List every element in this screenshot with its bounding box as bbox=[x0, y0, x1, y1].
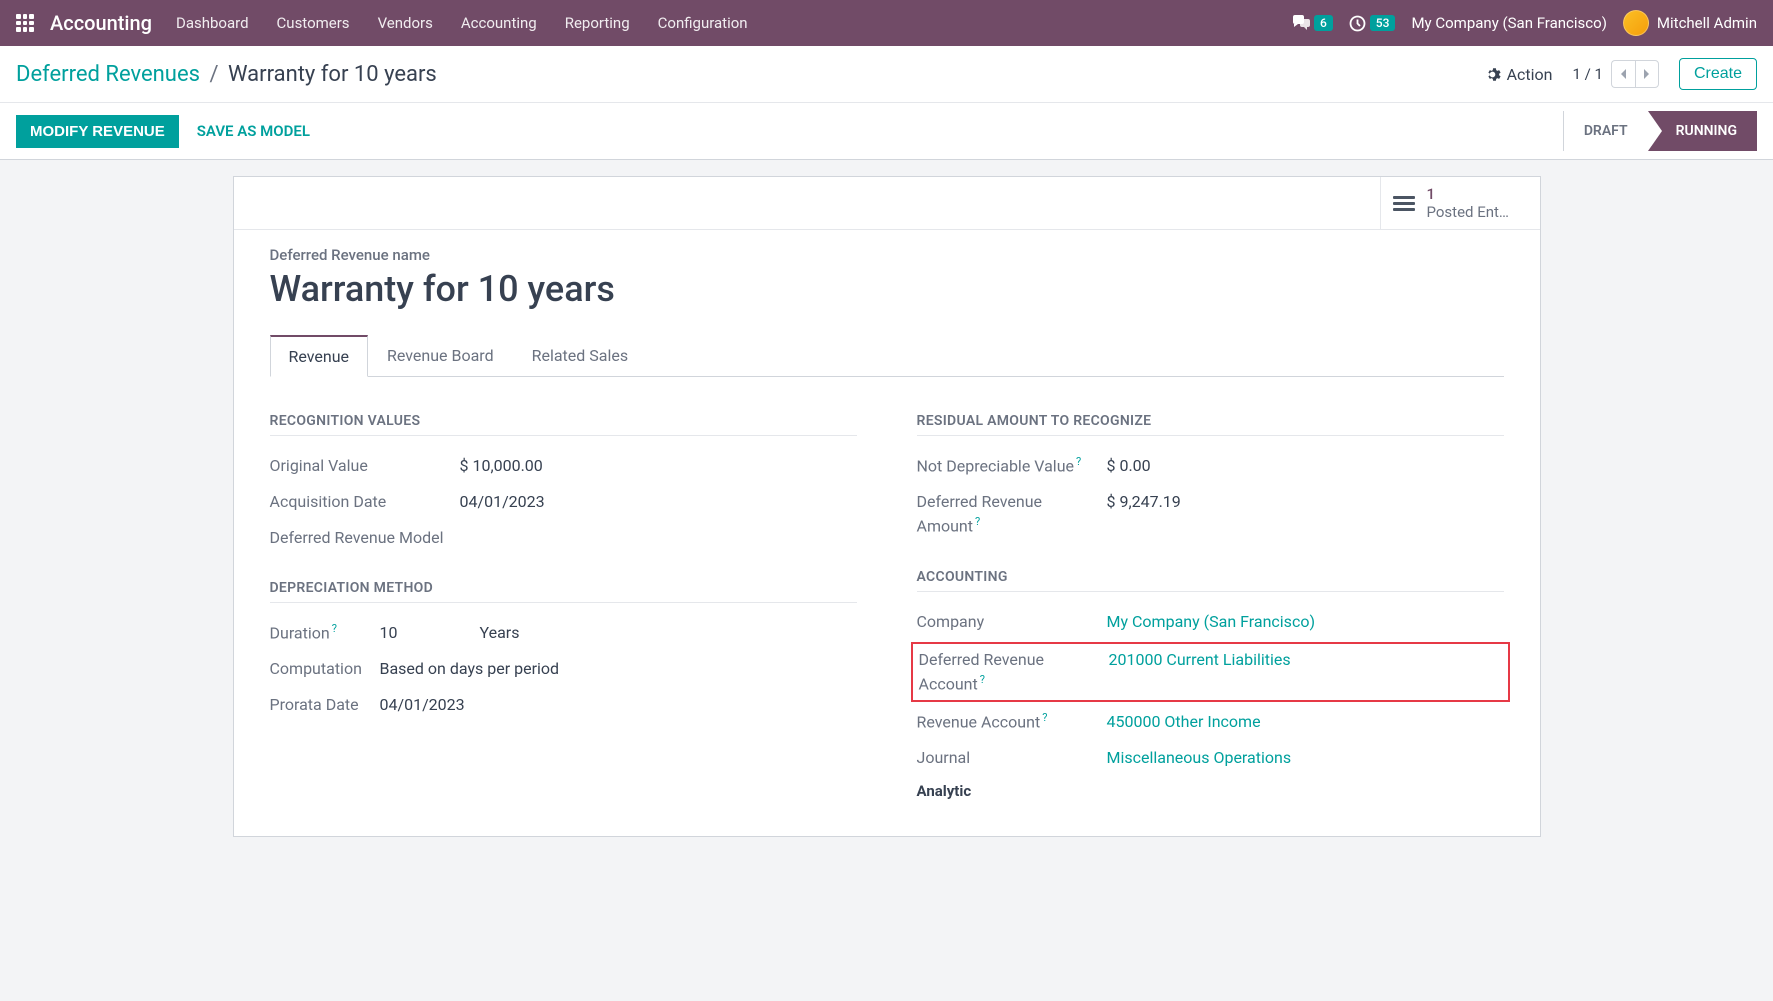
status-running[interactable]: RUNNING bbox=[1648, 111, 1757, 151]
not-depreciable-label: Not Depreciable Value? bbox=[917, 454, 1107, 478]
form-sheet: 1 Posted Ent… Deferred Revenue name Warr… bbox=[233, 176, 1541, 837]
section-depreciation: DEPRECIATION METHOD bbox=[270, 580, 857, 603]
deferred-account-value[interactable]: 201000 Current Liabilities bbox=[1109, 648, 1291, 696]
apps-menu[interactable] bbox=[16, 14, 34, 32]
nav-dashboard[interactable]: Dashboard bbox=[176, 14, 249, 32]
list-icon bbox=[1393, 196, 1415, 211]
nav-configuration[interactable]: Configuration bbox=[658, 14, 748, 32]
clock-icon bbox=[1349, 15, 1366, 32]
revenue-account-label: Revenue Account? bbox=[917, 710, 1107, 734]
company-label: Company bbox=[917, 610, 1107, 634]
activity-notifications[interactable]: 53 bbox=[1349, 15, 1396, 32]
help-icon[interactable]: ? bbox=[1042, 711, 1047, 724]
breadcrumb-current: Warranty for 10 years bbox=[228, 62, 437, 87]
chat-icon bbox=[1292, 15, 1310, 31]
section-recognition: RECOGNITION VALUES bbox=[270, 413, 857, 436]
navbar-right: 6 53 My Company (San Francisco) Mitchell… bbox=[1292, 10, 1757, 36]
tab-revenue-board[interactable]: Revenue Board bbox=[368, 335, 513, 377]
prorata-value: 04/01/2023 bbox=[380, 693, 465, 717]
section-analytic: Analytic bbox=[917, 782, 1504, 806]
chat-notifications[interactable]: 6 bbox=[1292, 15, 1333, 31]
duration-value: 10 bbox=[380, 621, 480, 645]
nav-accounting[interactable]: Accounting bbox=[461, 14, 537, 32]
posted-entries-button[interactable]: 1 Posted Ent… bbox=[1380, 177, 1540, 229]
revenue-account-value[interactable]: 450000 Other Income bbox=[1107, 710, 1261, 734]
company-switcher[interactable]: My Company (San Francisco) bbox=[1411, 14, 1606, 32]
apps-grid-icon bbox=[16, 14, 34, 32]
tab-revenue[interactable]: Revenue bbox=[270, 335, 369, 377]
chat-count: 6 bbox=[1314, 15, 1333, 31]
section-residual: RESIDUAL AMOUNT TO RECOGNIZE bbox=[917, 413, 1504, 436]
gear-icon bbox=[1484, 66, 1501, 83]
record-title: Warranty for 10 years bbox=[270, 268, 1504, 310]
action-label: Action bbox=[1507, 65, 1553, 84]
navbar-menu: Dashboard Customers Vendors Accounting R… bbox=[176, 14, 1284, 32]
modify-revenue-button[interactable]: MODIFY REVENUE bbox=[16, 115, 179, 148]
deferred-account-label: Deferred Revenue Account? bbox=[919, 648, 1109, 696]
not-depreciable-value: $ 0.00 bbox=[1107, 454, 1151, 478]
breadcrumb-separator: / bbox=[209, 62, 218, 87]
user-name: Mitchell Admin bbox=[1657, 14, 1757, 32]
status-draft[interactable]: DRAFT bbox=[1563, 111, 1648, 151]
original-value-label: Original Value bbox=[270, 454, 460, 478]
posted-label: Posted Ent… bbox=[1427, 203, 1509, 221]
status-bar: MODIFY REVENUE SAVE AS MODEL DRAFT RUNNI… bbox=[0, 103, 1773, 160]
pager: 1 / 1 bbox=[1572, 60, 1659, 88]
duration-unit: Years bbox=[480, 621, 520, 645]
prorata-label: Prorata Date bbox=[270, 693, 380, 717]
deferred-amount-label: Deferred Revenue Amount? bbox=[917, 490, 1107, 538]
breadcrumb-parent[interactable]: Deferred Revenues bbox=[16, 62, 200, 87]
section-accounting: ACCOUNTING bbox=[917, 569, 1504, 592]
chevron-right-icon bbox=[1643, 68, 1651, 80]
avatar-icon bbox=[1623, 10, 1649, 36]
computation-value: Based on days per period bbox=[380, 657, 560, 681]
posted-count: 1 bbox=[1427, 185, 1509, 203]
journal-label: Journal bbox=[917, 746, 1107, 770]
company-value[interactable]: My Company (San Francisco) bbox=[1107, 610, 1316, 634]
duration-label: Duration? bbox=[270, 621, 380, 645]
help-icon[interactable]: ? bbox=[975, 515, 980, 528]
navbar: Accounting Dashboard Customers Vendors A… bbox=[0, 0, 1773, 46]
control-bar: Deferred Revenues / Warranty for 10 year… bbox=[0, 46, 1773, 103]
control-actions: Action 1 / 1 Create bbox=[1484, 58, 1757, 90]
pager-value[interactable]: 1 / 1 bbox=[1572, 65, 1603, 83]
breadcrumb: Deferred Revenues / Warranty for 10 year… bbox=[16, 62, 437, 87]
help-icon[interactable]: ? bbox=[332, 622, 337, 635]
deferred-amount-value: $ 9,247.19 bbox=[1107, 490, 1181, 538]
acquisition-date-label: Acquisition Date bbox=[270, 490, 460, 514]
original-value: $ 10,000.00 bbox=[460, 454, 543, 478]
pager-prev[interactable] bbox=[1611, 60, 1635, 88]
highlight-deferred-account: Deferred Revenue Account? 201000 Current… bbox=[911, 642, 1510, 702]
save-as-model-button[interactable]: SAVE AS MODEL bbox=[197, 122, 310, 140]
tab-related-sales[interactable]: Related Sales bbox=[513, 335, 647, 377]
tabs: Revenue Revenue Board Related Sales bbox=[270, 334, 1504, 377]
acquisition-date: 04/01/2023 bbox=[460, 490, 545, 514]
create-button[interactable]: Create bbox=[1679, 58, 1757, 90]
computation-label: Computation bbox=[270, 657, 380, 681]
activity-count: 53 bbox=[1370, 15, 1396, 31]
sheet-header: 1 Posted Ent… bbox=[234, 177, 1540, 230]
action-menu[interactable]: Action bbox=[1484, 65, 1553, 84]
name-field-label: Deferred Revenue name bbox=[270, 246, 1504, 264]
help-icon[interactable]: ? bbox=[980, 673, 985, 686]
navbar-brand[interactable]: Accounting bbox=[50, 11, 152, 35]
status-widget: DRAFT RUNNING bbox=[1563, 111, 1757, 151]
nav-reporting[interactable]: Reporting bbox=[565, 14, 630, 32]
pager-next[interactable] bbox=[1635, 60, 1659, 88]
deferred-model-label: Deferred Revenue Model bbox=[270, 526, 460, 550]
user-menu[interactable]: Mitchell Admin bbox=[1623, 10, 1757, 36]
nav-customers[interactable]: Customers bbox=[277, 14, 350, 32]
nav-vendors[interactable]: Vendors bbox=[378, 14, 433, 32]
help-icon[interactable]: ? bbox=[1076, 455, 1081, 468]
chevron-left-icon bbox=[1619, 68, 1627, 80]
journal-value[interactable]: Miscellaneous Operations bbox=[1107, 746, 1292, 770]
